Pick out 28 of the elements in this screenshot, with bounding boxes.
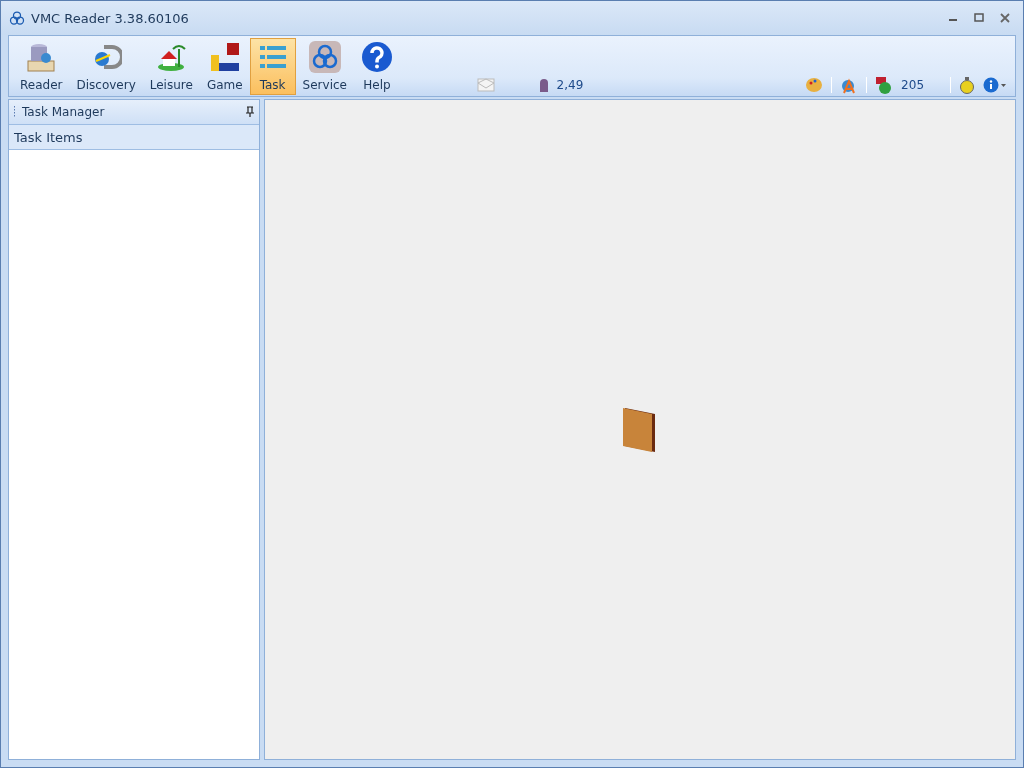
items-count: 205 [901, 78, 924, 92]
envelope-icon [476, 78, 495, 92]
flag-globe-icon [875, 76, 894, 94]
pin-icon [245, 106, 255, 118]
panel-header: Task Items [9, 125, 259, 150]
database-book-icon [25, 41, 58, 73]
credits-count: 2,49 [556, 78, 584, 92]
ghost-icon [538, 78, 549, 92]
trefoil-icon [308, 41, 341, 73]
maximize-icon [974, 13, 984, 23]
toolbar-button[interactable]: Service [295, 38, 354, 95]
panel-title: Task Manager [22, 105, 106, 119]
toolbar-button[interactable]: Discovery [69, 38, 143, 95]
toolbar-button[interactable]: Task [249, 38, 296, 95]
grip-icon [13, 105, 16, 119]
close-icon [1000, 13, 1010, 23]
stopwatch-icon [959, 76, 975, 94]
toolbar-button[interactable]: Leisure [142, 38, 200, 95]
toolbar-button[interactable]: Reader [13, 38, 70, 95]
toolbar-button[interactable]: Help [353, 38, 400, 95]
trefoil-logo-icon [9, 10, 25, 26]
book-icon [622, 405, 658, 454]
info-icon [983, 77, 1007, 93]
palette-icon [805, 76, 824, 94]
help-icon [360, 41, 393, 73]
toolbar-button[interactable]: Game [199, 38, 250, 95]
window-title: VMC Reader 3.38.60106 [31, 10, 190, 26]
blocks-icon [208, 41, 241, 73]
